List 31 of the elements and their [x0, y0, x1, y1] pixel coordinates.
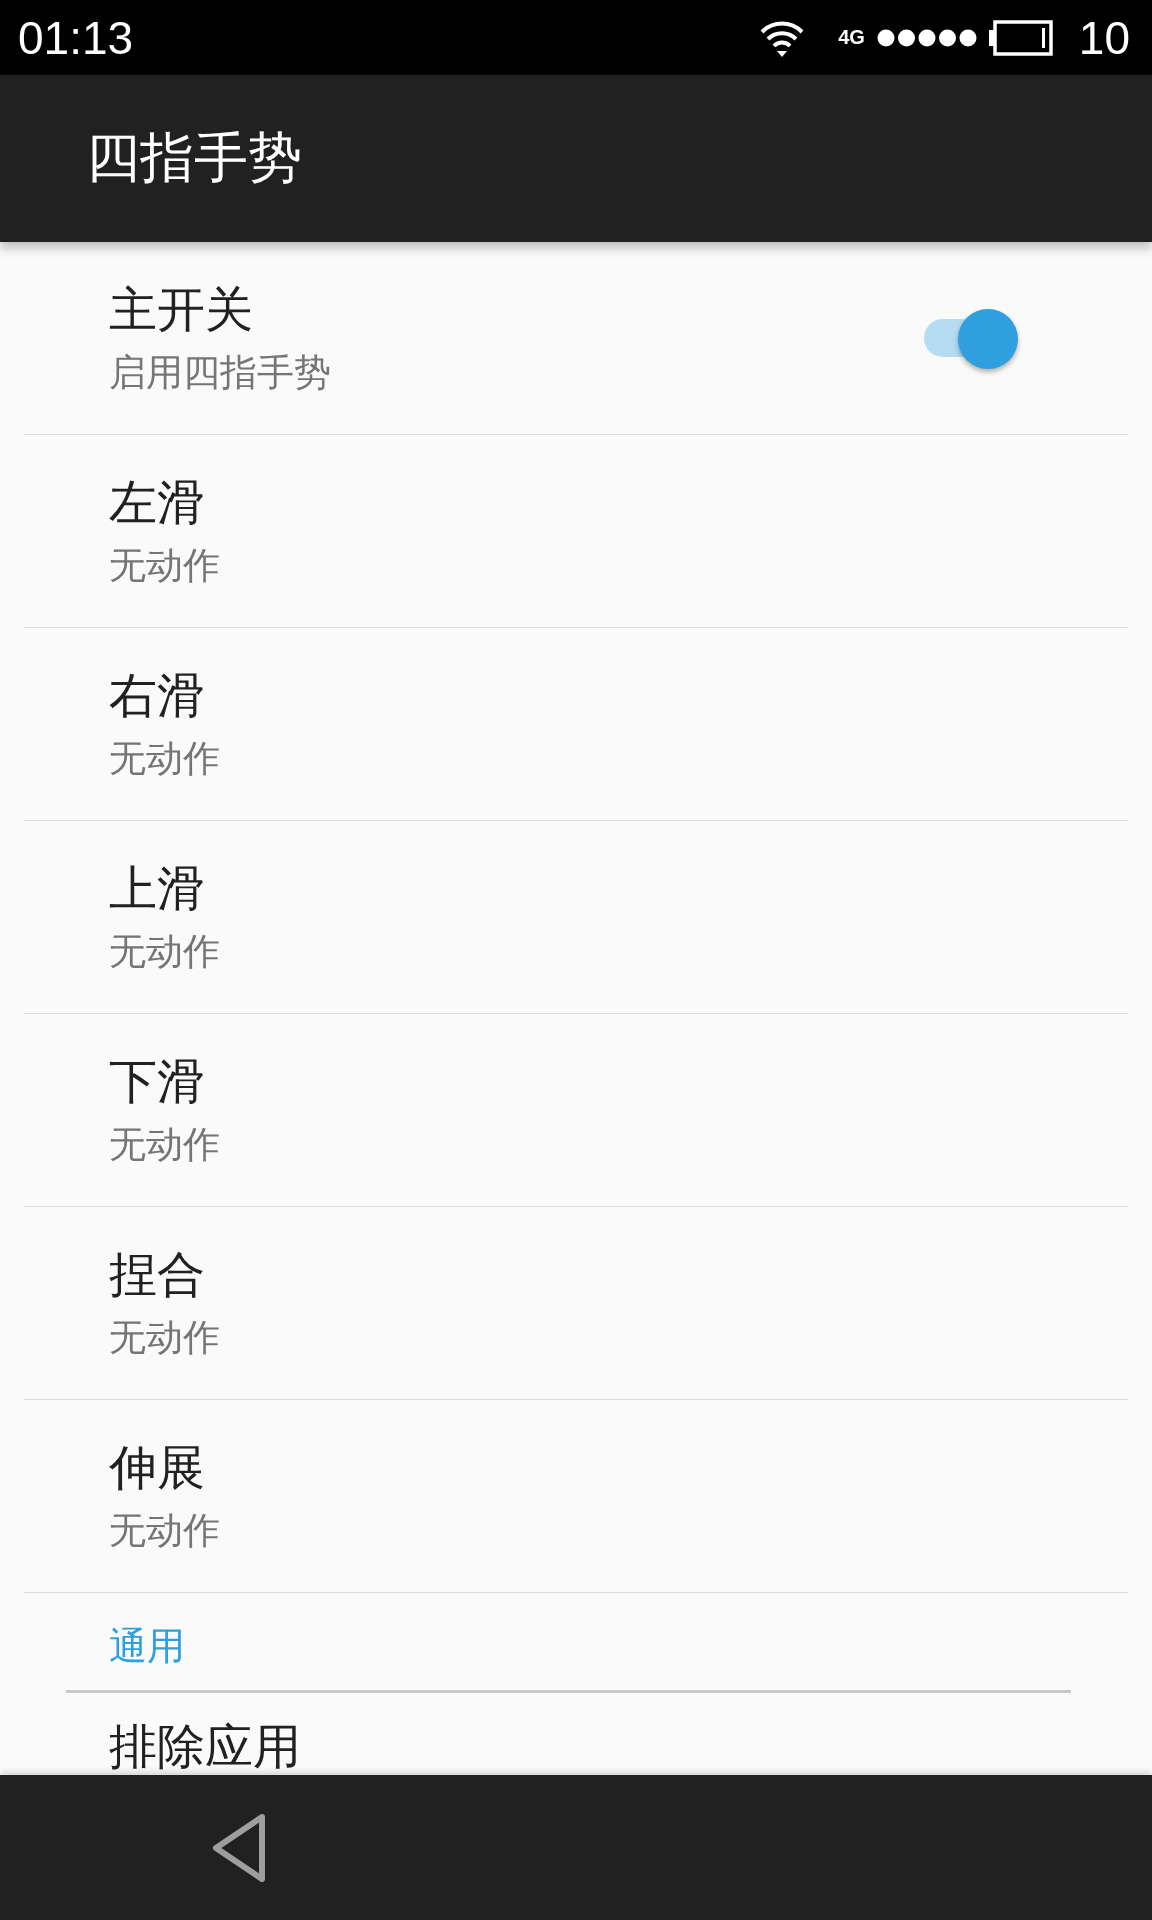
setting-title: 下滑	[109, 1052, 206, 1111]
section-header: 通用	[109, 1623, 185, 1670]
setting-title: 左滑	[109, 473, 206, 532]
setting-summary: 无动作	[109, 736, 220, 782]
settings-item[interactable]: 左滑 无动作	[24, 435, 1128, 628]
back-icon[interactable]	[210, 1812, 268, 1883]
clock: 01:13	[18, 10, 134, 65]
settings-item[interactable]: 上滑 无动作	[24, 821, 1128, 1014]
settings-item[interactable]: 捏合 无动作	[24, 1207, 1128, 1400]
settings-item[interactable]: 排除应用	[24, 1693, 1128, 1775]
settings-item[interactable]: 伸展 无动作	[24, 1400, 1128, 1593]
signal-icon	[876, 27, 977, 48]
setting-summary: 无动作	[109, 929, 220, 975]
setting-title: 排除应用	[109, 1717, 301, 1775]
setting-summary: 无动作	[109, 1122, 220, 1168]
setting-title: 右滑	[109, 666, 206, 725]
setting-summary: 无动作	[109, 543, 220, 589]
screen-title: 四指手势	[86, 125, 302, 191]
setting-summary: 无动作	[109, 1508, 220, 1554]
network-type: 4G	[838, 26, 865, 49]
battery-level: 10	[1078, 10, 1130, 65]
settings-item[interactable]: 主开关 启用四指手势	[24, 242, 1128, 435]
setting-title: 上滑	[109, 859, 206, 918]
battery-icon	[988, 19, 1053, 56]
setting-title: 捏合	[109, 1245, 206, 1304]
setting-summary: 启用四指手势	[109, 350, 331, 396]
setting-title: 伸展	[109, 1438, 206, 1497]
settings-item[interactable]: 下滑 无动作	[24, 1014, 1128, 1207]
setting-summary: 无动作	[109, 1315, 220, 1361]
settings-item[interactable]: 右滑 无动作	[24, 628, 1128, 821]
setting-title: 主开关	[109, 280, 254, 339]
